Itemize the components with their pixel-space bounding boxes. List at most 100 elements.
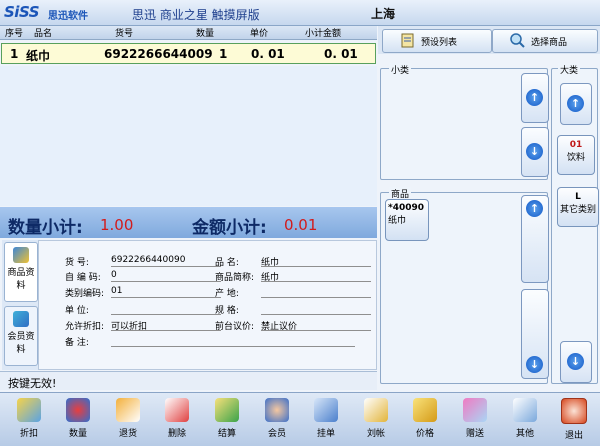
tab-product-info[interactable]: 商品资料 <box>4 242 38 302</box>
product-up-button[interactable]: ↑ <box>521 195 549 283</box>
app-logo: SiSS <box>4 3 40 21</box>
exit-button[interactable]: 退出 <box>552 396 596 442</box>
price-button[interactable]: 价格 <box>403 396 447 442</box>
logo-subtitle: 思迅软件 <box>48 11 88 22</box>
product-down-button[interactable]: ↓ <box>521 289 549 379</box>
grid-body[interactable] <box>0 66 377 206</box>
member-info-icon <box>13 311 29 327</box>
account-label: 刘帐 <box>366 429 385 439</box>
status-bar: 按键无效! <box>0 371 377 390</box>
price-label: 价格 <box>415 429 434 439</box>
field-shortname: 商品简称: 纸巾 <box>215 270 375 283</box>
price-icon <box>413 398 437 422</box>
delete-button[interactable]: 删除 <box>155 396 199 442</box>
field-origin: 产 地: <box>215 286 375 299</box>
field-unit-label: 单 位: <box>65 306 89 316</box>
category-code: L <box>575 192 581 202</box>
info-side-tabs: 商品资料 会员资料 <box>2 240 38 370</box>
field-remark: 备 注: <box>65 335 355 348</box>
tab-preset-list[interactable]: 预设列表 <box>382 29 492 53</box>
tab-product-info-label: 商品资料 <box>7 268 35 291</box>
field-name-value: 纸巾 <box>261 255 371 268</box>
discount-icon <box>17 398 41 422</box>
arrow-up-icon: ↑ <box>526 200 543 217</box>
hold-button[interactable]: 挂单 <box>304 396 348 442</box>
category-card-drinks[interactable]: 01 饮料 <box>557 135 595 175</box>
discount-label: 折扣 <box>19 429 38 439</box>
store-location: 上海 <box>371 7 396 21</box>
amount-total-label: 金额小计: <box>192 218 267 238</box>
arrow-down-icon: ↓ <box>526 356 543 373</box>
category-card-other[interactable]: L 其它类别 <box>557 187 599 227</box>
discount-button[interactable]: 折扣 <box>7 396 51 442</box>
field-code-value: 6922266440090 <box>111 255 221 267</box>
exit-label: 退出 <box>564 431 583 441</box>
product-group: 商品 *40090 纸巾 ↑ ↓ <box>380 187 549 384</box>
member-icon <box>265 398 289 422</box>
row-subtotal: 0. 01 <box>324 47 358 61</box>
other-button[interactable]: 其他 <box>503 396 547 442</box>
account-icon <box>364 398 388 422</box>
arrow-up-icon: ↑ <box>567 95 584 112</box>
row-name: 纸巾 <box>26 49 51 63</box>
field-origin-label: 产 地: <box>215 289 239 299</box>
subcategory-up-button[interactable]: ↑ <box>521 73 549 123</box>
preset-list-icon <box>401 33 414 48</box>
row-seq: 1 <box>10 47 19 61</box>
field-discount-label: 允许折扣: <box>65 322 105 332</box>
subcategory-down-button[interactable]: ↓ <box>521 127 549 177</box>
hold-label: 挂单 <box>316 429 335 439</box>
row-price: 0. 01 <box>251 47 285 61</box>
field-category: 类别编码: 01 <box>65 286 225 299</box>
gift-button[interactable]: 赠送 <box>453 396 497 442</box>
quantity-icon <box>66 398 90 422</box>
member-button[interactable]: 会员 <box>255 396 299 442</box>
category-code: 01 <box>569 140 583 150</box>
col-name: 品名 <box>34 29 53 39</box>
qty-total-label: 数量小计: <box>8 218 83 238</box>
field-bargain: 前台议价: 禁止议价 <box>215 319 375 332</box>
row-qty: 1 <box>219 47 228 61</box>
category-name: 其它类别 <box>559 205 596 215</box>
category-down-button[interactable]: ↓ <box>560 341 592 383</box>
field-unit: 单 位: <box>65 303 225 316</box>
field-spec: 规 格: <box>215 303 375 316</box>
tab-select-product[interactable]: 选择商品 <box>492 29 598 53</box>
field-spec-value <box>261 303 371 315</box>
grid-header: 序号 品名 货号 数量 单价 小计金额 <box>0 26 377 40</box>
checkout-button[interactable]: 结算 <box>205 396 249 442</box>
return-label: 退货 <box>118 429 137 439</box>
quantity-button[interactable]: 数量 <box>56 396 100 442</box>
search-icon <box>510 33 525 48</box>
field-discount: 允许折扣: 可以折扣 <box>65 319 225 332</box>
product-code: *40090 <box>388 203 425 213</box>
hold-icon <box>314 398 338 422</box>
category-name: 饮料 <box>566 153 585 163</box>
table-row[interactable]: 1 纸巾 6922266644009 1 0. 01 0. 01 <box>1 43 376 64</box>
field-unit-value <box>111 303 221 315</box>
category-label: 大类 <box>558 63 581 76</box>
col-qty: 数量 <box>196 29 215 39</box>
arrow-down-icon: ↓ <box>567 353 584 370</box>
col-subtotal: 小计金额 <box>305 29 342 39</box>
arrow-down-icon: ↓ <box>526 143 543 160</box>
tab-member-info[interactable]: 会员资料 <box>4 306 38 366</box>
field-discount-value: 可以折扣 <box>111 319 221 332</box>
right-tabs: 预设列表 选择商品 <box>378 26 600 54</box>
col-code: 货号 <box>115 29 134 39</box>
quantity-label: 数量 <box>68 429 87 439</box>
product-name: 纸巾 <box>388 216 407 226</box>
account-button[interactable]: 刘帐 <box>354 396 398 442</box>
field-category-value: 01 <box>111 286 221 298</box>
product-info-icon <box>13 247 29 263</box>
gift-icon <box>463 398 487 422</box>
return-button[interactable]: 退货 <box>106 396 150 442</box>
category-up-button[interactable]: ↑ <box>560 83 592 125</box>
power-icon <box>561 398 587 424</box>
field-remark-value <box>111 335 355 347</box>
qty-total-value: 1.00 <box>100 216 134 234</box>
field-spec-label: 规 格: <box>215 306 239 316</box>
product-card[interactable]: *40090 纸巾 <box>385 199 429 241</box>
gift-label: 赠送 <box>465 429 484 439</box>
delete-label: 删除 <box>167 429 186 439</box>
